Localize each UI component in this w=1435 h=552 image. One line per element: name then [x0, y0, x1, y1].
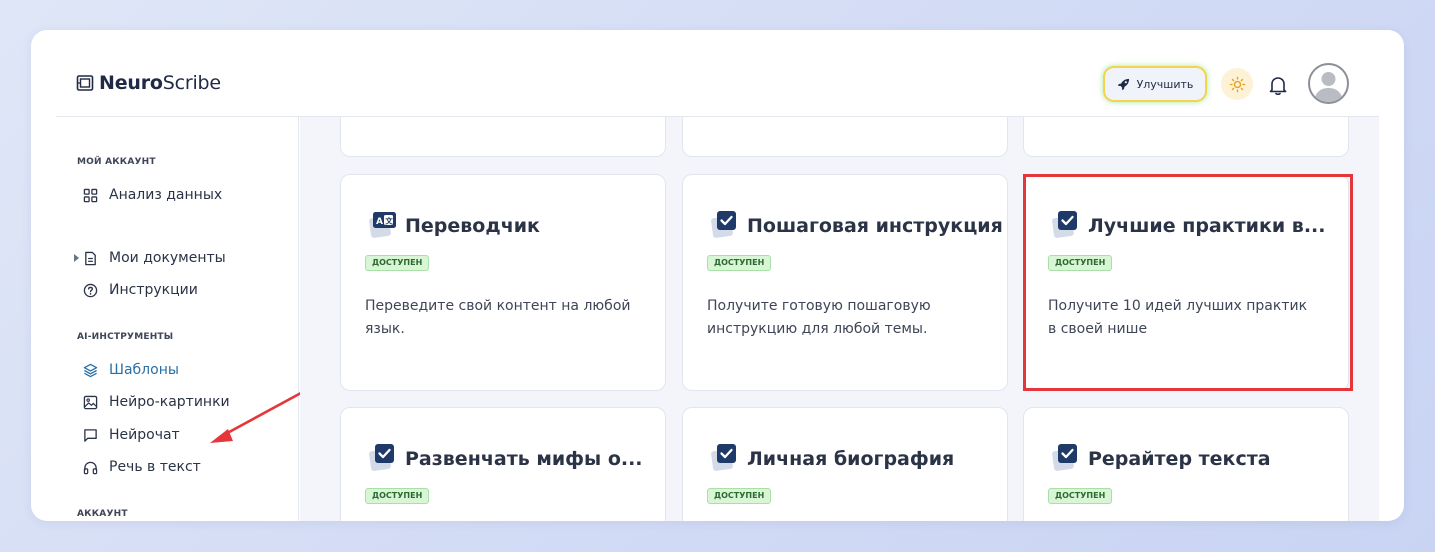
- templates-grid: A 文 Переводчик ДОСТУПЕН Переведите свой …: [300, 117, 1379, 521]
- user-silhouette-icon: [1314, 72, 1343, 102]
- status-badge: ДОСТУПЕН: [365, 488, 430, 504]
- status-badge: ДОСТУПЕН: [707, 255, 772, 271]
- help-circle-icon: [83, 283, 98, 297]
- headphones-icon: [83, 461, 98, 474]
- card-title: Развенчать мифы о...: [405, 448, 643, 470]
- sidebar-item-label: Мои документы: [109, 250, 226, 266]
- logo-text-light: Scribe: [162, 72, 221, 94]
- section-title-my-account: МОЙ АККАУНТ: [77, 157, 156, 167]
- rocket-icon: [1117, 78, 1129, 90]
- status-badge: ДОСТУПЕН: [365, 255, 430, 271]
- svg-text:A: A: [376, 217, 383, 227]
- status-badge: ДОСТУПЕН: [1048, 255, 1113, 271]
- top-header: Neuro Scribe Улучшить: [31, 30, 1404, 116]
- logo[interactable]: Neuro Scribe: [76, 72, 221, 94]
- template-card-partial[interactable]: [340, 117, 666, 157]
- theme-toggle-button[interactable]: [1221, 68, 1253, 100]
- chat-icon: [84, 428, 97, 442]
- template-card-translator[interactable]: A 文 Переводчик ДОСТУПЕН Переведите свой …: [340, 174, 666, 391]
- image-icon: [83, 395, 98, 409]
- sidebar-item-my-documents[interactable]: Мои документы: [83, 247, 226, 269]
- card-description: Получите готовую пошаговую инструкцию дл…: [707, 295, 987, 341]
- card-description-line: Получите 10 идей лучших практик: [1048, 298, 1308, 314]
- sidebar-item-label: Нейро-картинки: [109, 394, 230, 410]
- card-description-line: Переведите свой контент на любой: [365, 298, 631, 314]
- sidebar-item-label: Шаблоны: [109, 362, 179, 378]
- sidebar-item-speech-to-text[interactable]: Речь в текст: [83, 456, 201, 478]
- card-description: Получите 10 идей лучших практик в своей …: [1048, 295, 1328, 341]
- template-card-personal-bio[interactable]: Личная биография ДОСТУПЕН: [682, 407, 1008, 521]
- template-card-step-by-step[interactable]: Пошаговая инструкция ДОСТУПЕН Получите г…: [682, 174, 1008, 391]
- checkbox-icon: [711, 211, 736, 238]
- sidebar-item-data-analysis[interactable]: Анализ данных: [83, 184, 222, 206]
- app-window: Neuro Scribe Улучшить МОЙ АККАУНТ Анализ…: [31, 30, 1404, 521]
- section-title-account: АККАУНТ: [77, 509, 128, 519]
- template-card-debunk-myths[interactable]: Развенчать мифы о... ДОСТУПЕН: [340, 407, 666, 521]
- template-card-text-rewriter[interactable]: Рерайтер текста ДОСТУПЕН: [1023, 407, 1349, 521]
- sidebar-item-label: Анализ данных: [109, 187, 223, 203]
- checkbox-icon: [1052, 211, 1077, 238]
- upgrade-label: Улучшить: [1136, 77, 1194, 91]
- template-card-best-practices[interactable]: Лучшие практики в... ДОСТУПЕН Получите 1…: [1023, 174, 1349, 391]
- card-title: Лучшие практики в...: [1088, 215, 1326, 237]
- status-badge: ДОСТУПЕН: [707, 488, 772, 504]
- checkbox-icon: [369, 444, 394, 471]
- status-badge: ДОСТУПЕН: [1048, 488, 1113, 504]
- checkbox-icon: [1052, 444, 1077, 471]
- card-description-line: инструкцию для любой темы.: [707, 321, 928, 337]
- logo-icon: [76, 75, 94, 91]
- avatar[interactable]: [1308, 63, 1349, 104]
- card-title: Переводчик: [405, 215, 540, 237]
- checkbox-icon: [711, 444, 736, 471]
- grid-icon: [83, 188, 98, 202]
- template-card-partial[interactable]: [682, 117, 1008, 157]
- card-description-line: в своей нише: [1048, 321, 1148, 337]
- sun-icon: [1229, 76, 1245, 92]
- card-title: Пошаговая инструкция: [747, 215, 1003, 237]
- card-description: Переведите свой контент на любой язык.: [365, 295, 645, 341]
- bell-icon[interactable]: [1267, 74, 1289, 96]
- sidebar-item-label: Инструкции: [109, 282, 198, 298]
- card-description-line: Получите готовую пошаговую: [707, 298, 931, 314]
- expand-caret-icon[interactable]: [74, 254, 79, 262]
- logo-text-bold: Neuro: [99, 72, 163, 94]
- sidebar-item-instructions[interactable]: Инструкции: [83, 279, 198, 301]
- card-title: Личная биография: [747, 448, 955, 470]
- sidebar-item-label: Нейрочат: [109, 427, 180, 443]
- sidebar-item-label: Речь в текст: [109, 459, 201, 475]
- layers-icon: [83, 363, 98, 377]
- sidebar: МОЙ АККАУНТ Анализ данных Мои документы: [56, 117, 314, 521]
- card-description-line: язык.: [365, 321, 405, 337]
- sidebar-item-neuro-images[interactable]: Нейро-картинки: [83, 391, 230, 413]
- svg-text:文: 文: [385, 215, 393, 225]
- card-title: Рерайтер текста: [1088, 448, 1271, 470]
- upgrade-button[interactable]: Улучшить: [1105, 68, 1205, 100]
- translate-icon: A 文: [369, 212, 396, 238]
- sidebar-item-neurochat[interactable]: Нейрочат: [83, 424, 180, 446]
- section-title-ai-tools: AI-ИНСТРУМЕНТЫ: [77, 332, 174, 342]
- template-card-partial[interactable]: [1023, 117, 1349, 157]
- sidebar-item-templates[interactable]: Шаблоны: [83, 359, 179, 381]
- document-icon: [85, 251, 96, 265]
